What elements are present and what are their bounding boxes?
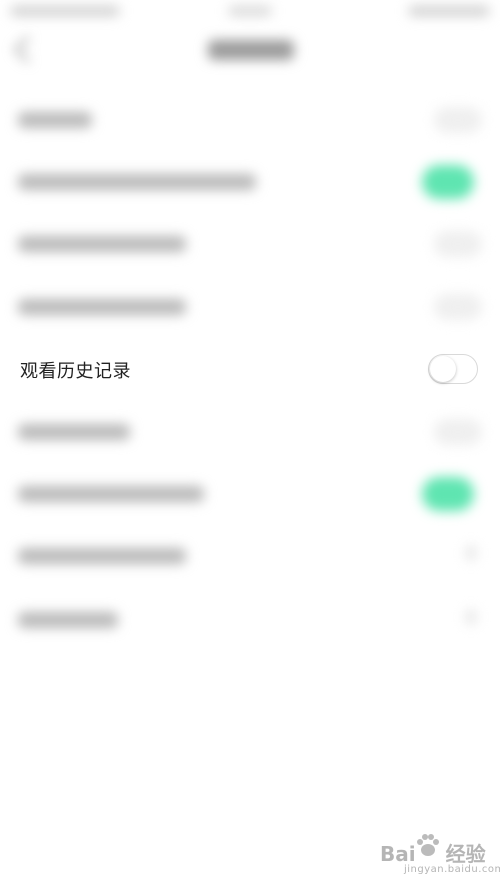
settings-row-2[interactable] (0, 150, 500, 212)
row-label (18, 112, 92, 128)
settings-row-4[interactable] (0, 275, 500, 337)
row-label (18, 424, 130, 440)
row-toggle[interactable] (434, 294, 482, 320)
status-time (228, 6, 272, 16)
status-bar (0, 0, 500, 26)
nav-bar (0, 26, 500, 78)
row-label (18, 236, 186, 252)
chevron-right-icon (466, 610, 476, 624)
settings-screen: 观看历史记录 Bai 经验 jingyan.baidu.com (0, 0, 500, 889)
watch-history-toggle[interactable] (428, 354, 478, 384)
back-arrow-icon[interactable] (14, 36, 41, 63)
row-label (18, 548, 186, 564)
settings-row-9[interactable] (0, 588, 500, 650)
settings-row-8[interactable] (0, 524, 500, 586)
watch-history-label: 观看历史记录 (20, 361, 131, 382)
row-toggle[interactable] (434, 231, 482, 257)
status-battery (408, 6, 490, 16)
row-label (18, 174, 256, 190)
watermark-site: jingyan.baidu.com (404, 864, 500, 875)
toggle-knob (430, 356, 456, 382)
settings-row-1[interactable] (0, 88, 500, 150)
row-toggle-on[interactable] (422, 477, 474, 511)
chevron-right-icon (466, 546, 476, 560)
page-title (208, 40, 294, 60)
settings-row-7[interactable] (0, 462, 500, 524)
row-label (18, 612, 118, 628)
paw-icon (417, 834, 439, 856)
row-toggle-on[interactable] (422, 165, 474, 199)
settings-row-3[interactable] (0, 212, 500, 274)
settings-row-watch-history[interactable]: 观看历史记录 (0, 338, 500, 400)
row-toggle[interactable] (434, 107, 482, 133)
row-label (18, 486, 204, 502)
row-toggle[interactable] (434, 419, 482, 445)
settings-row-6[interactable] (0, 400, 500, 462)
row-label (18, 299, 186, 315)
status-carrier (10, 6, 120, 16)
baidu-jingyan-watermark: Bai 经验 jingyan.baidu.com (380, 832, 500, 884)
